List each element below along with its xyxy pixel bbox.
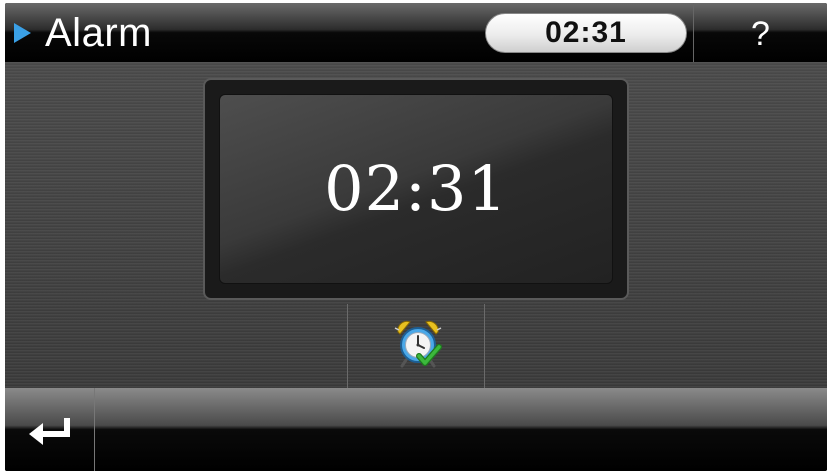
- alarm-clock-check-icon: [394, 320, 442, 368]
- header-clock: 02:31: [485, 13, 687, 53]
- page-title: Alarm: [45, 11, 152, 55]
- return-arrow-icon: [29, 418, 70, 445]
- alarm-toggle-button[interactable]: [347, 304, 485, 388]
- app-window: Alarm 02:31 ? 02:31: [5, 3, 827, 471]
- alarm-time-display: 02:31: [219, 94, 613, 284]
- alarm-time: 02:31: [324, 152, 508, 225]
- main-area: 02:31: [5, 62, 827, 388]
- title-arrow-icon: [14, 23, 31, 43]
- alarm-time-panel[interactable]: 02:31: [203, 78, 629, 300]
- header-bar: Alarm 02:31 ?: [5, 3, 827, 62]
- footer-bar: [5, 388, 827, 471]
- help-button[interactable]: ?: [694, 3, 827, 62]
- back-button[interactable]: [5, 388, 95, 471]
